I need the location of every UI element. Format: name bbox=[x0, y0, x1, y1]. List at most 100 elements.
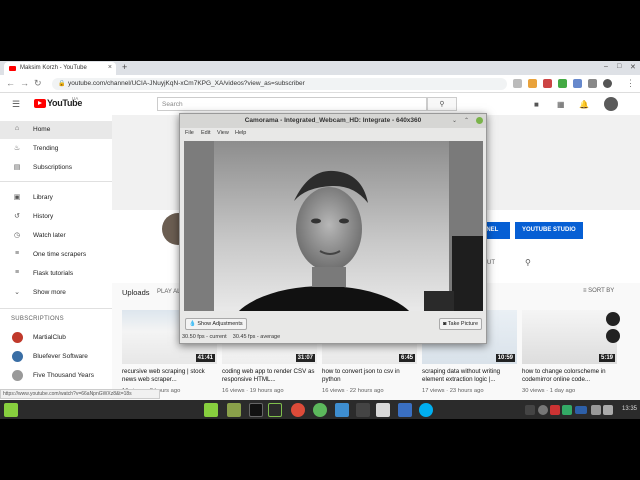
subscription-item[interactable]: Bluefever Software bbox=[0, 348, 112, 366]
play-all-button[interactable]: PLAY AL bbox=[157, 289, 180, 295]
avatar[interactable] bbox=[604, 97, 618, 111]
clock[interactable]: 13:35 bbox=[622, 406, 637, 412]
sidebar-item-label: Subscriptions bbox=[33, 164, 73, 171]
take-picture-label: Take Picture bbox=[447, 321, 479, 327]
menu-file[interactable]: File bbox=[185, 130, 194, 136]
watch-later-icon[interactable] bbox=[606, 312, 620, 326]
sidebar-item-one-time-scrapers[interactable]: ≡ One time scrapers bbox=[0, 246, 112, 264]
youtube-logo-icon[interactable] bbox=[34, 99, 46, 108]
system-monitor-icon[interactable] bbox=[268, 403, 282, 417]
window-close-icon[interactable] bbox=[476, 117, 483, 124]
video-duration: 31:07 bbox=[295, 354, 315, 362]
sidebar-divider bbox=[0, 181, 112, 182]
video-title[interactable]: recursive web scraping | stock news web … bbox=[122, 368, 220, 384]
extension-icon[interactable] bbox=[588, 79, 597, 88]
sort-by-label: SORT BY bbox=[588, 288, 615, 294]
browser-tab-bar: Maksim Korzh - YouTube × + – □ ✕ bbox=[0, 61, 640, 75]
sidebar-item-label: Show more bbox=[33, 289, 66, 296]
chrome-icon[interactable] bbox=[291, 403, 305, 417]
subscriptions-icon: ▤ bbox=[13, 164, 21, 171]
fps-current: 30.50 fps - current bbox=[182, 334, 227, 340]
maximize-icon[interactable]: □ bbox=[617, 63, 621, 70]
show-desktop-icon[interactable] bbox=[204, 403, 218, 417]
app-icon[interactable] bbox=[356, 403, 370, 417]
maximize-icon[interactable]: ⌃ bbox=[464, 117, 469, 124]
sidebar-item-subscriptions[interactable]: ▤ Subscriptions bbox=[0, 159, 112, 177]
playlist-icon: ≡ bbox=[14, 250, 20, 257]
sidebar-item-trending[interactable]: ♨ Trending bbox=[0, 140, 112, 158]
sidebar-item-home[interactable]: ⌂ Home bbox=[0, 121, 112, 139]
camera-app-icon[interactable] bbox=[398, 403, 412, 417]
sort-by-button[interactable]: ≡ SORT BY bbox=[583, 288, 614, 294]
keyboard-layout-icon[interactable] bbox=[575, 406, 587, 414]
sidebar-item-history[interactable]: ↺ History bbox=[0, 208, 112, 226]
tab-about[interactable]: UT bbox=[487, 260, 495, 266]
mint-menu-icon[interactable] bbox=[4, 403, 18, 417]
tray-icon[interactable] bbox=[525, 405, 535, 415]
video-meta: 16 views · 22 hours ago bbox=[322, 388, 384, 394]
channel-search-icon[interactable]: ⚲ bbox=[525, 258, 531, 267]
translate-icon[interactable] bbox=[513, 79, 522, 88]
minimize-icon[interactable]: ⌄ bbox=[452, 117, 457, 124]
clock-icon: ◷ bbox=[13, 232, 21, 239]
star-icon[interactable] bbox=[528, 79, 537, 88]
network-icon[interactable] bbox=[591, 405, 601, 415]
video-title[interactable]: how to change colorscheme in codemirror … bbox=[522, 368, 620, 384]
video-title[interactable]: scraping data without writing element ex… bbox=[422, 368, 520, 384]
extension-icon[interactable] bbox=[573, 79, 582, 88]
upwork-icon[interactable] bbox=[313, 403, 327, 417]
search-input[interactable]: Search bbox=[157, 97, 427, 111]
window-close-icon[interactable]: ✕ bbox=[630, 63, 636, 71]
tray-icon[interactable] bbox=[550, 405, 560, 415]
youtube-studio-button[interactable]: YOUTUBE STUDIO bbox=[515, 222, 583, 239]
add-to-queue-icon[interactable] bbox=[606, 329, 620, 343]
sidebar-item-label: Library bbox=[33, 194, 53, 201]
volume-icon[interactable] bbox=[603, 405, 613, 415]
menu-help[interactable]: Help bbox=[235, 130, 246, 136]
camorama-taskbar-icon[interactable] bbox=[376, 403, 390, 417]
tab-close-icon[interactable]: × bbox=[108, 64, 112, 71]
sidebar-item-flask-tutorials[interactable]: ≡ Flask tutorials bbox=[0, 265, 112, 283]
notifications-bell-icon[interactable]: 🔔 bbox=[579, 100, 589, 109]
search-button[interactable]: ⚲ bbox=[427, 97, 457, 111]
back-icon[interactable]: ← bbox=[6, 78, 15, 88]
apps-grid-icon[interactable]: ▦ bbox=[557, 100, 565, 109]
tray-icon[interactable] bbox=[562, 405, 572, 415]
browser-tab[interactable]: Maksim Korzh - YouTube × bbox=[4, 62, 116, 75]
hamburger-menu-icon[interactable]: ☰ bbox=[12, 99, 20, 110]
camera-icon: ◙ bbox=[443, 321, 447, 327]
sidebar-item-show-more[interactable]: ⌄ Show more bbox=[0, 284, 112, 302]
files-icon[interactable] bbox=[227, 403, 241, 417]
menu-kebab-icon[interactable]: ⋮ bbox=[626, 78, 635, 89]
camorama-titlebar[interactable]: Camorama - Integrated_Webcam_HD: Integra… bbox=[180, 114, 486, 128]
tray-icon[interactable] bbox=[538, 405, 548, 415]
extension-icon[interactable] bbox=[558, 79, 567, 88]
video-title[interactable]: how to convert json to csv in python bbox=[322, 368, 420, 384]
omnibox[interactable]: 🔒 youtube.com/channel/UCIA-JNuyjKqN-xCm7… bbox=[52, 78, 507, 90]
sidebar-item-watch-later[interactable]: ◷ Watch later bbox=[0, 227, 112, 245]
sidebar-item-library[interactable]: ▣ Library bbox=[0, 189, 112, 207]
subscription-item[interactable]: Five Thousand Years bbox=[0, 367, 112, 385]
extension-icon[interactable] bbox=[543, 79, 552, 88]
profile-icon[interactable] bbox=[603, 79, 612, 88]
sidebar-item-label: Flask tutorials bbox=[33, 270, 74, 277]
editor-icon[interactable] bbox=[335, 403, 349, 417]
menu-view[interactable]: View bbox=[217, 130, 229, 136]
show-adjustments-button[interactable]: 💧 Show Adjustments bbox=[185, 318, 247, 330]
forward-icon[interactable]: → bbox=[20, 78, 29, 88]
sidebar-item-label: Home bbox=[33, 126, 51, 133]
reload-icon[interactable]: ↻ bbox=[34, 78, 42, 89]
video-thumbnail[interactable]: 5:19 bbox=[522, 310, 617, 364]
minimize-icon[interactable]: – bbox=[604, 63, 608, 70]
chevron-down-icon: ⌄ bbox=[14, 289, 20, 296]
menu-edit[interactable]: Edit bbox=[201, 130, 210, 136]
video-meta: 30 views · 1 day ago bbox=[522, 388, 576, 394]
take-picture-button[interactable]: ◙ Take Picture bbox=[439, 318, 483, 330]
sidebar-item-label: History bbox=[33, 213, 54, 220]
subscription-item[interactable]: MartialClub bbox=[0, 329, 112, 347]
new-tab-button[interactable]: + bbox=[122, 62, 127, 72]
create-video-icon[interactable]: ■ bbox=[534, 100, 539, 109]
terminal-icon[interactable] bbox=[249, 403, 263, 417]
video-title[interactable]: coding web app to render CSV as responsi… bbox=[222, 368, 320, 384]
skype-icon[interactable] bbox=[419, 403, 433, 417]
